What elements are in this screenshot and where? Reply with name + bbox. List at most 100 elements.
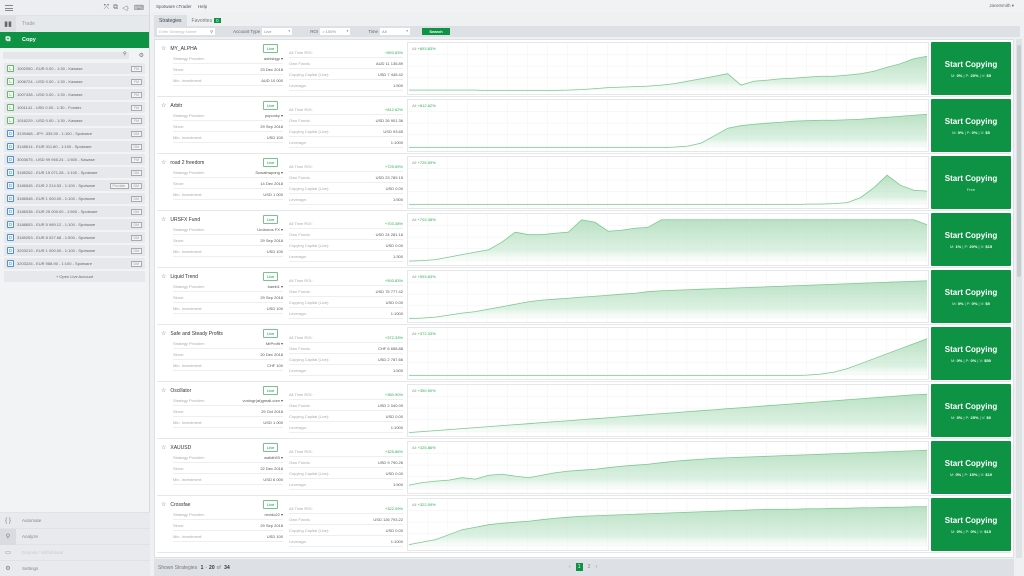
start-copying-button[interactable]: Start Copying M: 0% | P: 0% | V: $50 [931,327,1011,380]
strategy-name[interactable]: XAUUSD [170,445,191,451]
account-search-input[interactable]: ⚲ [3,51,129,59]
account-tag[interactable]: DM [130,143,142,150]
start-copying-button[interactable]: Start Copying M: 0% | P: 15% | V: $10 [931,441,1011,494]
start-copying-button[interactable]: Start Copying M: 1% | P: 20% | V: $15 [931,213,1011,266]
account-tag[interactable]: DM [130,195,142,202]
account-item[interactable]: D 3148614 - EUR 311.80 - 1:100 - Spotware… [4,141,145,152]
equity-chart[interactable]: All +350.90% [407,384,929,437]
strategy-name[interactable]: Oscillator [170,388,191,394]
equity-chart[interactable]: All +593.83% [407,270,929,323]
account-item[interactable]: L 1001141 - USD 0.00 - 1:30 - Fondex FM [4,102,145,113]
prev-page-icon[interactable]: ‹ [569,564,571,570]
tab-favorites[interactable]: Favorites 0 [187,15,226,26]
strategy-name[interactable]: Safe and Steady Profits [170,331,223,337]
hamburger-icon[interactable] [5,4,13,11]
start-copying-button[interactable]: Start Copying Free [931,156,1011,209]
gear-icon[interactable]: ⚙ [139,52,144,59]
favorite-star-icon[interactable]: ☆ [161,216,166,223]
strategy-search-input[interactable]: Enter Strategy Name ⚲ [157,28,215,35]
account-item[interactable]: L 1006724 - USD 0.00 - 1:30 - Kawase FM [4,76,145,87]
account-tag[interactable]: DM [130,260,142,267]
account-tag[interactable]: FM [130,117,142,124]
tab-strategies[interactable]: Strategies [154,15,187,26]
account-item[interactable]: D 3186545 - EUR 2 214.53 - 1:100 - Spotwa… [4,180,145,191]
equity-chart[interactable]: All +893.83% [407,42,929,95]
roi-select[interactable]: > 100% ▾ [320,28,351,35]
open-live-account-button[interactable]: + Open Live Account [4,271,145,282]
favorite-star-icon[interactable]: ☆ [161,159,166,166]
account-item[interactable]: D 3186548 - EUR 1 000.00 - 1:100 - Spotwa… [4,193,145,204]
start-copying-button[interactable]: Start Copying M: 0% | P: 25% | V: $0 [931,384,1011,437]
strategy-name[interactable]: Liquid Trend [170,274,198,280]
nav-settings[interactable]: ⚙ Settings [0,560,150,576]
strategy-name[interactable]: MY_ALPHA [170,46,197,52]
keyboard-icon[interactable]: ⌨ [134,4,144,12]
nav-copy[interactable]: ⧉ Copy [0,32,149,48]
account-item[interactable]: D 3003675 - USD 99 955.24 - 1:500 - Kawas… [4,154,145,165]
info-row: Own Funds: CHF 6 658.88 [289,343,403,354]
favorite-star-icon[interactable]: ☆ [161,102,166,109]
equity-chart[interactable]: All +725.59% [407,156,929,209]
account-tag[interactable]: FM [130,65,142,72]
start-copying-button[interactable]: Start Copying M: 0% | P: 0% | V: $5 [931,270,1011,323]
page-2[interactable]: 2 [588,564,591,570]
account-tag[interactable]: FM [130,91,142,98]
nav-analyze[interactable]: ⚲ Analyze [0,528,150,545]
account-tag[interactable]: DM [130,130,142,137]
account-tag[interactable]: FM [130,104,142,111]
account-item[interactable]: L 1007438 - USD 0.00 - 1:30 - Kawase FM [4,89,145,100]
start-copying-button[interactable]: Start Copying M: 0% | P: 0% | V: $15 [931,498,1011,551]
favorite-star-icon[interactable]: ☆ [161,444,166,451]
nav-trade[interactable]: ▮▮ Trade [0,16,149,32]
account-tag[interactable]: DM [130,208,142,215]
account-tag[interactable]: DM [130,234,142,241]
menu-app[interactable]: Spotware cTrader [156,4,192,9]
start-copying-button[interactable]: Start Copying M: 0% | P: 0% | V: $5 [931,99,1011,152]
favorite-star-icon[interactable]: ☆ [161,501,166,508]
strategy-name[interactable]: Arbitr [170,103,182,109]
strategy-name[interactable]: road 2 freedom [170,160,204,166]
account-item[interactable]: D 3203226 - EUR 988.90 - 1:100 - Spotware… [4,258,145,269]
account-item[interactable]: L 1002050 - EUR 0.00 - 1:30 - Kawase FM [4,63,145,74]
favorite-star-icon[interactable]: ☆ [161,330,166,337]
account-item[interactable]: D 3203219 - EUR 1 000.00 - 1:100 - Spotwa… [4,245,145,256]
account-item[interactable]: D 3188653 - EUR 5 989.12 - 1:100 - Spotwa… [4,219,145,230]
account-tag[interactable]: DM [130,169,142,176]
account-item[interactable]: D 3185262 - EUR 15 071.28 - 1:100 - Spotw… [4,167,145,178]
strategy-name[interactable]: URSFX Fund [170,217,200,223]
menu-help[interactable]: Help [198,4,207,9]
sound-icon[interactable]: ◁· [122,4,130,12]
equity-chart[interactable]: All +812.62% [407,99,929,152]
nav-automate[interactable]: { } Automate [0,512,150,528]
favorite-star-icon[interactable]: ☆ [161,387,166,394]
account-tag[interactable]: FM [130,78,142,85]
user-menu[interactable]: JaneSmith ▾ [989,3,1014,9]
time-select[interactable]: All ▾ [380,28,411,35]
account-item[interactable]: D 3139468 - JPY -335.00 - 1:100 - Spotwar… [4,128,145,139]
account-tag[interactable]: FM [130,156,142,163]
account-tag[interactable]: DM [130,247,142,254]
account-item[interactable]: D 3186038 - EUR 25 000.00 - 1:500 - Spotw… [4,206,145,217]
account-item[interactable]: L 1016229 - USD 0.00 - 1:30 - Kawase FM [4,115,145,126]
window-icon[interactable]: ⧉ [113,4,118,12]
nav-deposit-withdrawal[interactable]: ▭ Deposit / Withdrawal [0,544,150,560]
account-type-select[interactable]: Live ▾ [262,28,293,35]
account-tag[interactable]: Provider [109,182,129,189]
search-button[interactable]: Search [422,28,451,35]
scrollbar[interactable] [1016,39,1022,558]
equity-chart[interactable]: All +703.38% [407,213,929,266]
favorite-star-icon[interactable]: ☆ [161,45,166,52]
equity-chart[interactable]: All +372.33% [407,327,929,380]
equity-chart[interactable]: All +322.09% [407,498,929,551]
favorite-star-icon[interactable]: ☆ [161,273,166,280]
start-copying-button[interactable]: Start Copying M: 0% | P: 20% | V: $5 [931,42,1011,95]
equity-chart[interactable]: All +325.86% [407,441,929,494]
next-page-icon[interactable]: › [595,564,597,570]
strategy-name[interactable]: Crossfae [170,502,190,508]
scrollbar-thumb[interactable] [1017,45,1021,277]
account-item[interactable]: D 3189263 - EUR 8 027.68 - 1:500 - Spotwa… [4,232,145,243]
account-tag[interactable]: DM [130,182,142,189]
page-1[interactable]: 1 [575,563,583,571]
account-tag[interactable]: DM [130,221,142,228]
fullscreen-icon[interactable]: ⤧ [104,4,110,12]
